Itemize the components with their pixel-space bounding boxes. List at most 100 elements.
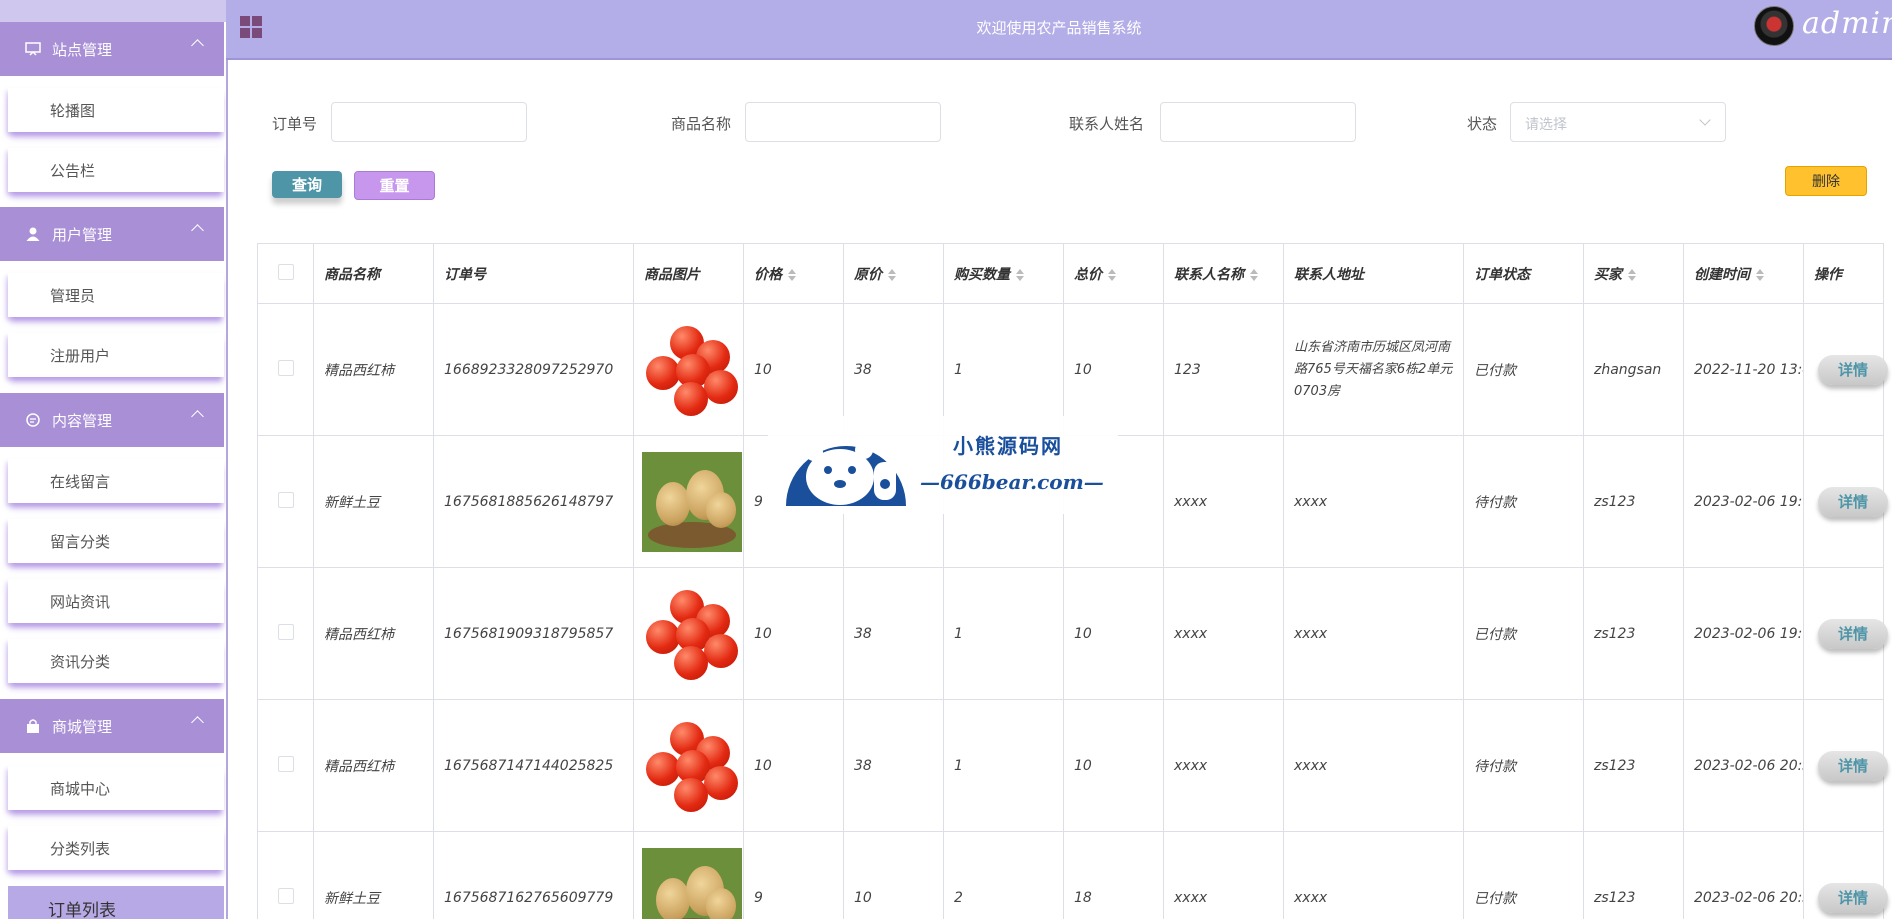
reset-button[interactable]: 重置 — [354, 171, 435, 200]
watermark: 小熊源码网 —666bear.com— — [768, 416, 1118, 514]
cell-quantity: 1 — [943, 567, 1064, 700]
cell-status: 待付款 — [1463, 699, 1584, 832]
detail-button[interactable]: 详情 — [1818, 486, 1888, 517]
sidebar-group-shop[interactable]: 商城管理 — [0, 699, 224, 753]
cell-original-price: 38 — [843, 699, 944, 832]
potato-image — [642, 451, 742, 552]
sidebar-group-label: 用户管理 — [52, 225, 113, 244]
select-all-checkbox[interactable] — [277, 263, 294, 280]
cell-status: 已付款 — [1463, 567, 1584, 700]
cell-contact: xxxx — [1163, 567, 1284, 700]
sidebar-group-site[interactable]: 站点管理 — [0, 22, 224, 76]
cell-order-no: 1675687162765609779 — [433, 831, 634, 919]
sort-icon[interactable] — [1756, 268, 1764, 281]
cell-product: 新鲜土豆 — [313, 831, 434, 919]
cell-buyer: zs123 — [1583, 435, 1684, 568]
username-label[interactable]: admin — [1802, 6, 1892, 41]
row-checkbox[interactable] — [277, 623, 294, 640]
query-button[interactable]: 查询 — [272, 171, 342, 198]
sidebar-group-content[interactable]: 内容管理 — [0, 393, 224, 447]
orders-table: 商品名称 订单号 商品图片 价格 原价 购买数量 总价 联系人名称 联系人地址 … — [257, 243, 1888, 919]
cell-buyer: zhangsan — [1583, 303, 1684, 436]
product-image-cell — [633, 699, 744, 832]
sidebar-group-label: 内容管理 — [52, 411, 113, 430]
detail-button[interactable]: 详情 — [1818, 354, 1888, 385]
column-header-sortable[interactable]: 价格 — [743, 243, 844, 304]
contact-name-input[interactable] — [1160, 102, 1356, 142]
cell-original-price: 10 — [843, 831, 944, 919]
column-header-sortable[interactable]: 联系人名称 — [1163, 243, 1284, 304]
sort-icon[interactable] — [1108, 268, 1116, 281]
row-checkbox[interactable] — [277, 755, 294, 772]
cell-total: 10 — [1063, 567, 1164, 700]
column-header-sortable[interactable]: 总价 — [1063, 243, 1164, 304]
cell-status: 已付款 — [1463, 831, 1584, 919]
tomato-image — [642, 584, 742, 684]
product-image-cell — [633, 831, 744, 919]
delete-button[interactable]: 删除 — [1785, 166, 1867, 196]
column-header-sortable[interactable]: 创建时间 — [1683, 243, 1804, 304]
row-checkbox[interactable] — [277, 887, 294, 904]
cell-created: 2023-02-06 19:11 — [1683, 435, 1804, 568]
sort-icon[interactable] — [788, 268, 796, 281]
cell-created: 2023-02-06 19:11 — [1683, 567, 1804, 700]
cell-contact: xxxx — [1163, 831, 1284, 919]
cell-quantity: 2 — [943, 831, 1064, 919]
column-header-sortable[interactable]: 原价 — [843, 243, 944, 304]
cell-contact: xxxx — [1163, 435, 1284, 568]
table-row: 精品西红柿 1675681909318795857 10 38 1 10 xxxx xxxx 已… — [257, 567, 1888, 700]
cell-total: 10 — [1063, 699, 1164, 832]
chat-icon — [24, 411, 42, 429]
table-body: 精品西红柿 1668923328097252970 10 38 1 10 123 山东省济南市… — [257, 303, 1888, 919]
avatar[interactable] — [1754, 6, 1794, 46]
cell-order-no: 1668923328097252970 — [433, 303, 634, 436]
sidebar: 站点管理 轮播图 公告栏 用户管理 管理员 注册用户 内容管理 在线留言 留言分… — [0, 0, 228, 919]
sidebar-item-registered-users[interactable]: 注册用户 — [8, 333, 224, 377]
cell-product: 新鲜土豆 — [313, 435, 434, 568]
top-header: 欢迎使用农产品销售系统 admin — [226, 0, 1892, 60]
sort-icon[interactable] — [1016, 268, 1024, 281]
order-no-input[interactable] — [331, 102, 527, 142]
contact-name-label: 联系人姓名 — [1069, 115, 1145, 133]
sidebar-item-messages[interactable]: 在线留言 — [8, 459, 224, 503]
sidebar-item-news[interactable]: 网站资讯 — [8, 579, 224, 623]
sidebar-item-admins[interactable]: 管理员 — [8, 273, 224, 317]
sort-icon[interactable] — [1250, 268, 1258, 281]
detail-button[interactable]: 详情 — [1818, 882, 1888, 913]
cell-address: xxxx — [1283, 831, 1464, 919]
sidebar-item-carousel[interactable]: 轮播图 — [8, 88, 224, 132]
sidebar-item-order-list[interactable]: 订单列表 — [8, 886, 224, 919]
column-header-sortable[interactable]: 购买数量 — [943, 243, 1064, 304]
detail-button[interactable]: 详情 — [1818, 618, 1888, 649]
sidebar-group-label: 站点管理 — [52, 40, 113, 59]
column-header: 商品图片 — [633, 243, 744, 304]
cell-order-no: 1675681885626148797 — [433, 435, 634, 568]
detail-button[interactable]: 详情 — [1818, 750, 1888, 781]
sidebar-item-news-categories[interactable]: 资讯分类 — [8, 639, 224, 683]
sort-icon[interactable] — [888, 268, 896, 281]
sort-icon[interactable] — [1628, 268, 1636, 281]
sidebar-item-category-list[interactable]: 分类列表 — [8, 826, 224, 870]
row-checkbox[interactable] — [277, 491, 294, 508]
cell-price: 10 — [743, 699, 844, 832]
table-header-row: 商品名称 订单号 商品图片 价格 原价 购买数量 总价 联系人名称 联系人地址 … — [257, 243, 1884, 304]
action-cell: 详情 — [1803, 831, 1888, 919]
status-select[interactable]: 请选择 — [1510, 102, 1726, 142]
row-checkbox[interactable] — [277, 359, 294, 376]
cell-quantity: 1 — [943, 699, 1064, 832]
bear-logo-icon — [786, 441, 906, 506]
cell-buyer: zs123 — [1583, 831, 1684, 919]
cell-created: 2023-02-06 20:39 — [1683, 699, 1804, 832]
sidebar-item-shop-center[interactable]: 商城中心 — [8, 766, 224, 810]
column-header-sortable[interactable]: 买家 — [1583, 243, 1684, 304]
sidebar-group-users[interactable]: 用户管理 — [0, 207, 224, 261]
cell-buyer: zs123 — [1583, 699, 1684, 832]
sidebar-item-notice[interactable]: 公告栏 — [8, 148, 224, 192]
sidebar-item-message-categories[interactable]: 留言分类 — [8, 519, 224, 563]
chevron-up-icon — [191, 39, 204, 52]
cell-product: 精品西红柿 — [313, 567, 434, 700]
chevron-up-icon — [191, 224, 204, 237]
cell-total: 18 — [1063, 831, 1164, 919]
product-name-input[interactable] — [745, 102, 941, 142]
cell-status: 待付款 — [1463, 435, 1584, 568]
